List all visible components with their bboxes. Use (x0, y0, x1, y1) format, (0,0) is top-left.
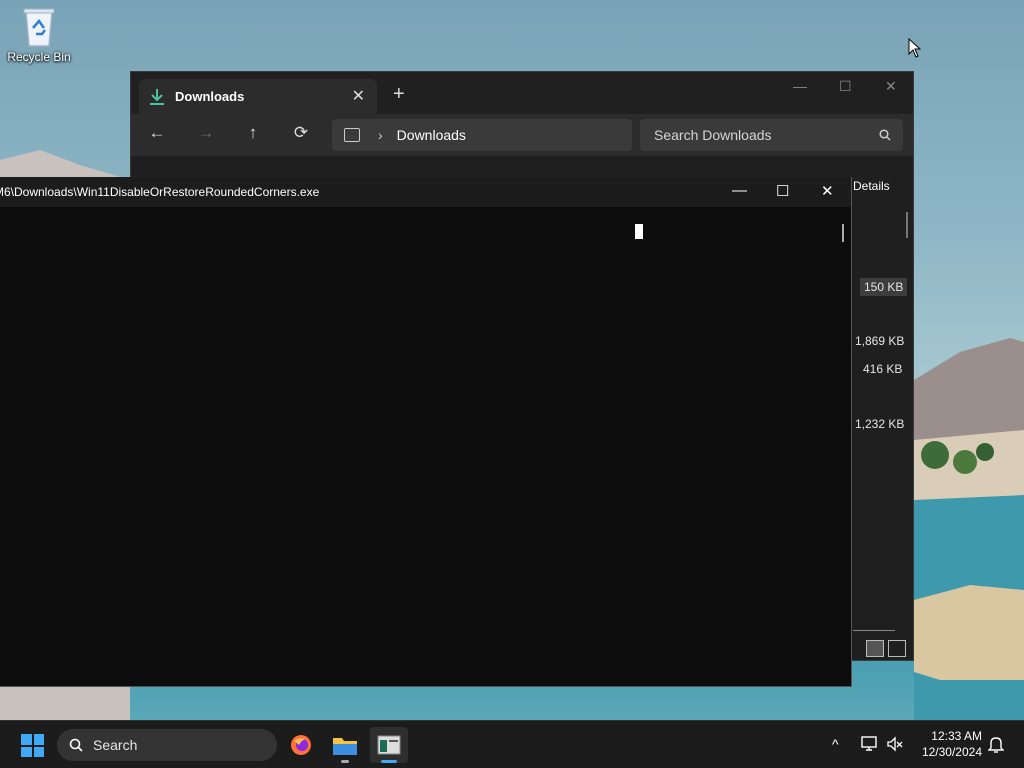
details-button[interactable]: Details (853, 179, 890, 193)
tray-overflow-chevron-icon[interactable]: ^ (832, 736, 839, 752)
running-indicator (341, 760, 349, 763)
tab-label: Downloads (175, 89, 245, 104)
divider (853, 630, 895, 631)
file-size: 416 KB (863, 362, 903, 376)
file-size: 1,232 KB (855, 417, 905, 431)
recycle-bin[interactable]: Recycle Bin (6, 6, 72, 64)
back-button[interactable]: ← (145, 123, 169, 143)
folder-icon (333, 738, 357, 755)
search-placeholder: Search Downloads (654, 127, 772, 143)
search-input[interactable]: Search Downloads (640, 119, 903, 151)
volume-muted-icon[interactable] (886, 736, 904, 752)
minimize-button[interactable]: — (793, 78, 807, 94)
console-maximize-button[interactable]: ☐ (776, 182, 789, 200)
new-tab-button[interactable]: + (393, 83, 405, 106)
address-text[interactable]: Downloads (397, 127, 466, 143)
file-explorer-taskbar-button[interactable] (326, 727, 364, 763)
clock[interactable]: 12:33 AM 12/30/2024 (914, 728, 982, 760)
terminal-icon (377, 735, 401, 755)
close-button[interactable]: ✕ (885, 78, 897, 95)
search-icon (879, 129, 891, 141)
file-size: 1,869 KB (855, 334, 905, 348)
search-label: Search (93, 737, 138, 753)
explorer-scrollbar[interactable] (906, 212, 908, 238)
mouse-cursor-icon (908, 38, 922, 58)
address-bar[interactable]: › Downloads (332, 119, 632, 151)
tiles-view-icon[interactable] (888, 640, 906, 657)
firefox-button[interactable] (282, 727, 320, 763)
console-window[interactable]: M6\Downloads\Win11DisableOrRestoreRounde… (0, 177, 852, 687)
console-close-button[interactable]: ✕ (821, 182, 834, 200)
download-icon (150, 88, 164, 105)
active-indicator (381, 760, 397, 763)
taskbar: Search ^ 12:33 AM 12/30/2024 (0, 720, 1024, 768)
firefox-icon (291, 735, 311, 755)
recycle-bin-icon (20, 6, 58, 48)
this-pc-icon (344, 128, 360, 142)
details-view-icon[interactable] (866, 640, 884, 657)
view-toggles (866, 640, 906, 657)
close-tab-icon[interactable]: ✕ (352, 86, 365, 106)
clock-date: 12/30/2024 (921, 745, 982, 759)
maximize-button[interactable]: ☐ (839, 78, 852, 95)
console-scrollbar[interactable] (842, 224, 844, 242)
refresh-button[interactable]: ⟳ (289, 123, 313, 143)
console-taskbar-button[interactable] (370, 727, 408, 763)
console-title-bar[interactable]: M6\Downloads\Win11DisableOrRestoreRounde… (0, 177, 851, 207)
chevron-right-icon[interactable]: › (378, 127, 383, 143)
start-button[interactable] (21, 734, 44, 757)
up-button[interactable]: ↑ (241, 123, 265, 143)
search-icon (69, 738, 83, 752)
explorer-tab-bar: Downloads ✕ + — ☐ ✕ (131, 72, 913, 114)
notification-bell-icon[interactable] (988, 736, 1004, 754)
network-icon[interactable] (861, 736, 879, 752)
taskbar-search[interactable]: Search (57, 729, 277, 761)
text-cursor (635, 224, 643, 239)
file-size: 150 KB (860, 278, 908, 296)
tab-downloads[interactable]: Downloads ✕ (139, 79, 377, 114)
forward-button[interactable]: → (194, 123, 218, 143)
explorer-toolbar: ← → ↑ ⟳ › Downloads Search Downloads (131, 114, 913, 156)
console-minimize-button[interactable]: — (732, 182, 747, 199)
console-title: M6\Downloads\Win11DisableOrRestoreRounde… (0, 185, 320, 199)
clock-time: 12:33 AM (931, 729, 982, 743)
recycle-bin-label: Recycle Bin (7, 50, 71, 64)
